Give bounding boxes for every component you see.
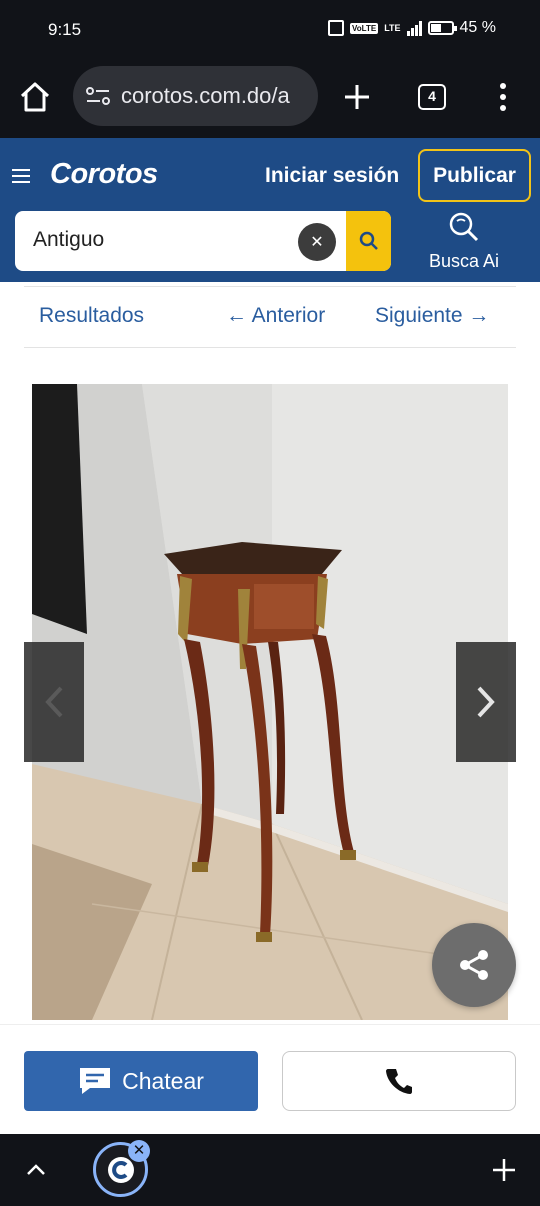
status-icons: VoLTE LTE 45 % bbox=[328, 19, 496, 37]
lte-label: LTE bbox=[384, 23, 401, 33]
previous-link[interactable]: ← Anterior bbox=[226, 304, 325, 328]
status-time: 9:15 bbox=[48, 20, 82, 39]
result-pager: Resultados ← Anterior Siguiente → bbox=[24, 286, 516, 348]
system-navigation-bar: ✕ bbox=[0, 1134, 540, 1206]
next-link[interactable]: Siguiente → bbox=[375, 304, 489, 328]
plus-icon[interactable] bbox=[490, 1156, 518, 1184]
next-photo-button[interactable] bbox=[456, 642, 516, 762]
chat-button[interactable]: Chatear bbox=[24, 1051, 258, 1111]
previous-photo-button[interactable] bbox=[24, 642, 84, 762]
phone-icon bbox=[386, 1069, 412, 1094]
contact-actions: Chatear bbox=[0, 1024, 540, 1134]
share-icon bbox=[460, 950, 488, 980]
chat-icon bbox=[80, 1068, 111, 1094]
volte-badge: VoLTE bbox=[350, 22, 379, 34]
more-menu-icon[interactable] bbox=[496, 82, 510, 112]
address-bar[interactable]: corotos.com.do/a bbox=[73, 66, 318, 126]
status-bar: 9:15 VoLTE LTE 45 % bbox=[0, 0, 540, 62]
browser-toolbar: corotos.com.do/a 4 bbox=[0, 62, 540, 138]
search-query: Antiguo bbox=[33, 228, 105, 251]
home-icon[interactable] bbox=[18, 80, 52, 114]
url-text: corotos.com.do/a bbox=[121, 83, 290, 108]
search-button[interactable] bbox=[346, 211, 391, 271]
busca-ai-button[interactable]: Busca Ai bbox=[418, 212, 510, 272]
chat-label: Chatear bbox=[122, 1067, 204, 1094]
chevron-right-icon bbox=[477, 686, 495, 718]
chevron-left-icon bbox=[45, 686, 63, 718]
search-icon bbox=[359, 231, 378, 250]
hamburger-menu-icon[interactable] bbox=[12, 168, 30, 184]
site-settings-icon[interactable] bbox=[85, 85, 111, 107]
clear-search-icon[interactable]: ✕ bbox=[298, 223, 336, 261]
chevron-up-icon[interactable] bbox=[24, 1158, 48, 1182]
publish-button[interactable]: Publicar bbox=[418, 149, 531, 202]
close-bubble-icon[interactable]: ✕ bbox=[128, 1140, 150, 1162]
signal-icon bbox=[406, 20, 422, 36]
antique-side-table-photo bbox=[32, 384, 508, 1020]
vibrate-icon bbox=[328, 20, 345, 36]
new-tab-icon[interactable] bbox=[342, 82, 372, 112]
call-button[interactable] bbox=[282, 1051, 516, 1111]
site-logo[interactable]: Corotos bbox=[50, 158, 158, 191]
tabs-icon[interactable]: 4 bbox=[418, 84, 446, 110]
results-link[interactable]: Resultados bbox=[39, 304, 144, 328]
listing-photo[interactable] bbox=[32, 384, 508, 1020]
login-link[interactable]: Iniciar sesión bbox=[265, 164, 399, 188]
site-header: Corotos Iniciar sesión Publicar Antiguo … bbox=[0, 138, 540, 282]
ai-search-icon bbox=[449, 212, 479, 242]
busca-ai-label: Busca Ai bbox=[428, 251, 500, 271]
share-button[interactable] bbox=[432, 923, 516, 1007]
battery-percent: 45 % bbox=[459, 19, 496, 36]
search-input[interactable]: Antiguo ✕ bbox=[15, 211, 391, 271]
battery-icon bbox=[427, 21, 457, 35]
